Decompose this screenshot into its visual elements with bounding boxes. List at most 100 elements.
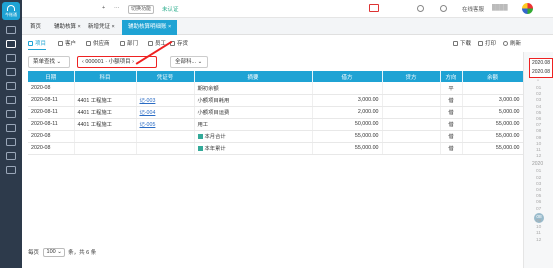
home-icon[interactable] xyxy=(6,26,16,34)
cash-icon[interactable] xyxy=(6,82,16,90)
col-debit[interactable]: 借方 xyxy=(312,71,383,82)
scroll-up-icon[interactable]: ⌃ xyxy=(536,80,540,85)
notice-flag-icon[interactable] xyxy=(369,4,379,12)
subtotal-icon xyxy=(197,134,203,139)
month-item[interactable]: 03 xyxy=(536,182,541,187)
month-item[interactable]: 01 xyxy=(536,86,541,91)
unverified-label: 未认证 xyxy=(162,7,179,13)
subtotal-icon xyxy=(197,146,203,151)
tab-new-voucher[interactable]: 新增凭证 × xyxy=(82,20,121,35)
refresh-icon xyxy=(503,41,508,46)
app-logo[interactable]: 今账通 xyxy=(2,2,20,20)
col-voucher[interactable]: 凭证号 xyxy=(136,71,195,82)
voucher-link[interactable]: 记-003 xyxy=(136,94,195,107)
employee-icon xyxy=(148,41,153,46)
col-credit[interactable]: 贷方 xyxy=(382,71,441,82)
month-item[interactable]: 08 xyxy=(536,129,541,134)
scope-select[interactable]: 全部科... ⌄ xyxy=(170,56,208,68)
page-tabs: 首页 辅助核算 × 新增凭证 × 辅助核算明细账 × xyxy=(22,18,553,35)
period-end[interactable]: 2020.08 xyxy=(530,68,552,77)
month-item[interactable]: 06 xyxy=(536,117,541,122)
table-header: 日期 科目 凭证号 摘要 借方 贷方 方向 余额 xyxy=(28,71,524,82)
print-button[interactable]: 打印 xyxy=(478,40,496,49)
subtab-project[interactable]: 项目 xyxy=(28,40,47,50)
table-row[interactable]: 2020-08-11 4401 工程施工 记-003 小额项目耗用 3,000.… xyxy=(28,94,524,107)
month-item[interactable]: 02 xyxy=(536,176,541,181)
tab-auxiliary[interactable]: 辅助核算 × xyxy=(48,20,87,35)
month-item[interactable]: 01 xyxy=(536,169,541,174)
settings-icon[interactable] xyxy=(6,166,16,174)
online-service-link[interactable]: 在线客服 xyxy=(462,5,484,13)
period-range[interactable]: 2020.08 2020.08 xyxy=(529,58,553,78)
switch-function-button[interactable]: 切换功能 xyxy=(128,5,155,14)
more-button[interactable]: ··· xyxy=(114,5,120,11)
refresh-button[interactable]: 刷新 xyxy=(503,40,521,49)
col-direction[interactable]: 方向 xyxy=(440,71,463,82)
month-item[interactable]: 11 xyxy=(536,231,541,236)
month-item[interactable]: 10 xyxy=(536,225,541,230)
next-icon[interactable]: › xyxy=(131,59,134,65)
month-item[interactable]: 03 xyxy=(536,98,541,103)
table-row[interactable]: 2020-08 本年累计 55,000.00 借 55,000.00 xyxy=(28,142,524,155)
col-balance[interactable]: 余额 xyxy=(462,71,524,82)
subtab-supplier[interactable]: 供应商 xyxy=(86,40,110,49)
month-item[interactable]: 06 xyxy=(536,200,541,205)
invoice-icon[interactable] xyxy=(6,96,16,104)
period-end-icon[interactable] xyxy=(6,152,16,160)
download-icon xyxy=(453,41,458,46)
project-icon xyxy=(28,41,33,46)
subtab-customer[interactable]: 客户 xyxy=(58,40,76,49)
month-item[interactable]: 05 xyxy=(536,194,541,199)
department-icon xyxy=(120,41,125,46)
table-row[interactable]: 2020-08 本月合计 55,000.00 借 55,000.00 xyxy=(28,130,524,143)
avatar[interactable] xyxy=(522,3,533,14)
logo-label: 今账通 xyxy=(5,12,17,17)
tab-home[interactable]: 首页 xyxy=(24,20,47,35)
col-subject[interactable]: 科目 xyxy=(74,71,137,82)
voucher-link[interactable]: 记-004 xyxy=(136,106,195,119)
month-item[interactable]: 09 xyxy=(536,219,541,224)
year-label[interactable]: 2020 xyxy=(532,161,543,167)
subtab-inventory[interactable]: 存货 xyxy=(170,40,188,49)
salary-icon[interactable] xyxy=(6,124,16,132)
month-item[interactable]: 12 xyxy=(536,238,541,243)
report-icon[interactable] xyxy=(6,68,16,76)
month-item[interactable]: 07 xyxy=(536,207,541,212)
help-icon[interactable] xyxy=(440,5,447,12)
table-row[interactable]: 2020-08 期初余额 平 xyxy=(28,82,524,95)
tab-auxiliary-detail[interactable]: 辅助核算明细账 × xyxy=(122,20,178,35)
print-icon xyxy=(478,41,483,46)
voucher-icon[interactable] xyxy=(6,40,16,48)
asset-icon[interactable] xyxy=(6,110,16,118)
voucher-link[interactable]: 记-005 xyxy=(136,118,195,131)
month-item[interactable]: 10 xyxy=(536,142,541,147)
view-select[interactable]: 菜单查找 ⌄ xyxy=(28,56,70,68)
month-item[interactable]: 02 xyxy=(536,92,541,97)
category-tabs: 项目 客户 供应商 部门 员工 存货 下载 打印 刷新 xyxy=(28,38,523,50)
download-button[interactable]: 下载 xyxy=(453,40,471,49)
top-bar: + ··· 切换功能 未认证 在线客服 ████ xyxy=(22,0,553,18)
month-item[interactable]: 05 xyxy=(536,111,541,116)
month-item[interactable]: 07 xyxy=(536,123,541,128)
plus-button[interactable]: + xyxy=(102,5,105,11)
month-item[interactable]: 09 xyxy=(536,136,541,141)
col-date[interactable]: 日期 xyxy=(28,71,75,82)
subtab-department[interactable]: 部门 xyxy=(120,40,138,49)
month-item[interactable]: 12 xyxy=(536,154,541,159)
tax-icon[interactable] xyxy=(6,138,16,146)
table-row[interactable]: 2020-08-11 4401 工程施工 记-005 用工 50,000.00 … xyxy=(28,118,524,131)
page-size-select[interactable]: 100 ⌄ xyxy=(42,248,65,258)
col-summary[interactable]: 摘要 xyxy=(194,71,313,82)
ledger-table: 日期 科目 凭证号 摘要 借方 贷方 方向 余额 2020-08 期初余额 平 xyxy=(28,71,524,155)
user-name[interactable]: ████ xyxy=(492,5,508,11)
month-item[interactable]: 04 xyxy=(536,188,541,193)
period-start[interactable]: 2020.08 xyxy=(530,59,552,68)
table-row[interactable]: 2020-08-11 4401 工程施工 记-004 小额项目运费 2,000.… xyxy=(28,106,524,119)
supplier-icon xyxy=(86,41,91,46)
month-item[interactable]: 11 xyxy=(536,148,541,153)
ledger-icon[interactable] xyxy=(6,54,16,62)
sidebar: 今账通 xyxy=(0,0,22,268)
month-item[interactable]: 04 xyxy=(536,105,541,110)
message-icon[interactable] xyxy=(417,5,424,12)
filter-bar: 菜单查找 ⌄ ‹ 000001 · 小额项目 › 全部科... ⌄ xyxy=(28,55,518,69)
